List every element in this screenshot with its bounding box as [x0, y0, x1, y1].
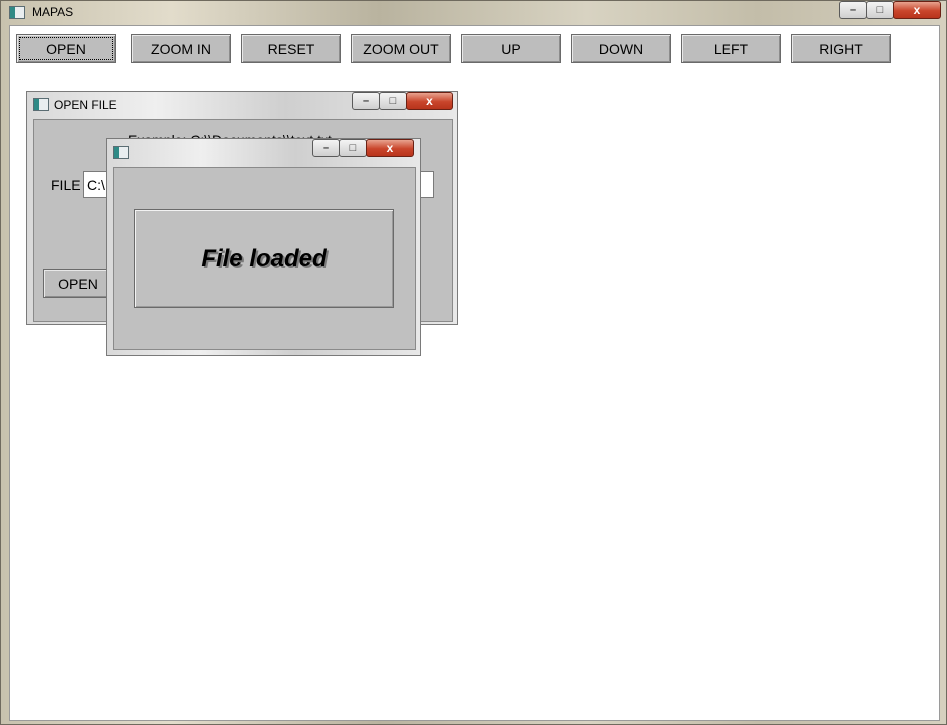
maximize-icon: □	[389, 95, 397, 107]
close-icon: x	[386, 141, 394, 155]
zoom-out-button[interactable]: ZOOM OUT	[351, 34, 451, 63]
open-button[interactable]: OPEN	[16, 34, 116, 63]
main-titlebar[interactable]: MAPAS – □ x	[1, 1, 946, 25]
dialog-icon	[33, 98, 49, 111]
maximize-button[interactable]: □	[866, 1, 894, 19]
map-canvas[interactable]: OPEN ZOOM IN RESET ZOOM OUT UP DOWN LEFT…	[9, 25, 940, 721]
window-title: MAPAS	[32, 5, 74, 19]
maximize-icon: □	[349, 142, 357, 154]
message-client: File loaded	[113, 167, 416, 350]
open-file-maximize-button[interactable]: □	[379, 92, 407, 110]
maximize-icon: □	[876, 4, 884, 16]
left-button[interactable]: LEFT	[681, 34, 781, 63]
close-icon: x	[426, 94, 433, 108]
minimize-button[interactable]: –	[839, 1, 867, 19]
open-file-title: OPEN FILE	[54, 98, 117, 112]
down-button[interactable]: DOWN	[571, 34, 671, 63]
minimize-icon: –	[849, 4, 857, 16]
message-minimize-button[interactable]: –	[312, 139, 340, 157]
file-label: FILE	[51, 177, 81, 193]
minimize-icon: –	[322, 142, 330, 154]
message-text: File loaded	[201, 244, 327, 272]
main-window: MAPAS – □ x OPEN ZOOM IN RESET ZOOM OUT …	[0, 0, 947, 725]
up-button[interactable]: UP	[461, 34, 561, 63]
reset-button[interactable]: RESET	[241, 34, 341, 63]
open-file-button[interactable]: OPEN	[43, 269, 113, 298]
message-maximize-button[interactable]: □	[339, 139, 367, 157]
app-icon	[9, 6, 25, 19]
open-file-close-button[interactable]: x	[406, 92, 453, 110]
minimize-icon: –	[362, 95, 370, 107]
message-dialog-icon	[113, 146, 129, 159]
close-icon: x	[913, 3, 921, 17]
message-close-button[interactable]: x	[366, 139, 414, 157]
message-panel: File loaded	[134, 209, 394, 308]
right-button[interactable]: RIGHT	[791, 34, 891, 63]
zoom-in-button[interactable]: ZOOM IN	[131, 34, 231, 63]
message-dialog: – □ x File loaded	[106, 138, 421, 356]
open-file-minimize-button[interactable]: –	[352, 92, 380, 110]
close-button[interactable]: x	[893, 1, 941, 19]
